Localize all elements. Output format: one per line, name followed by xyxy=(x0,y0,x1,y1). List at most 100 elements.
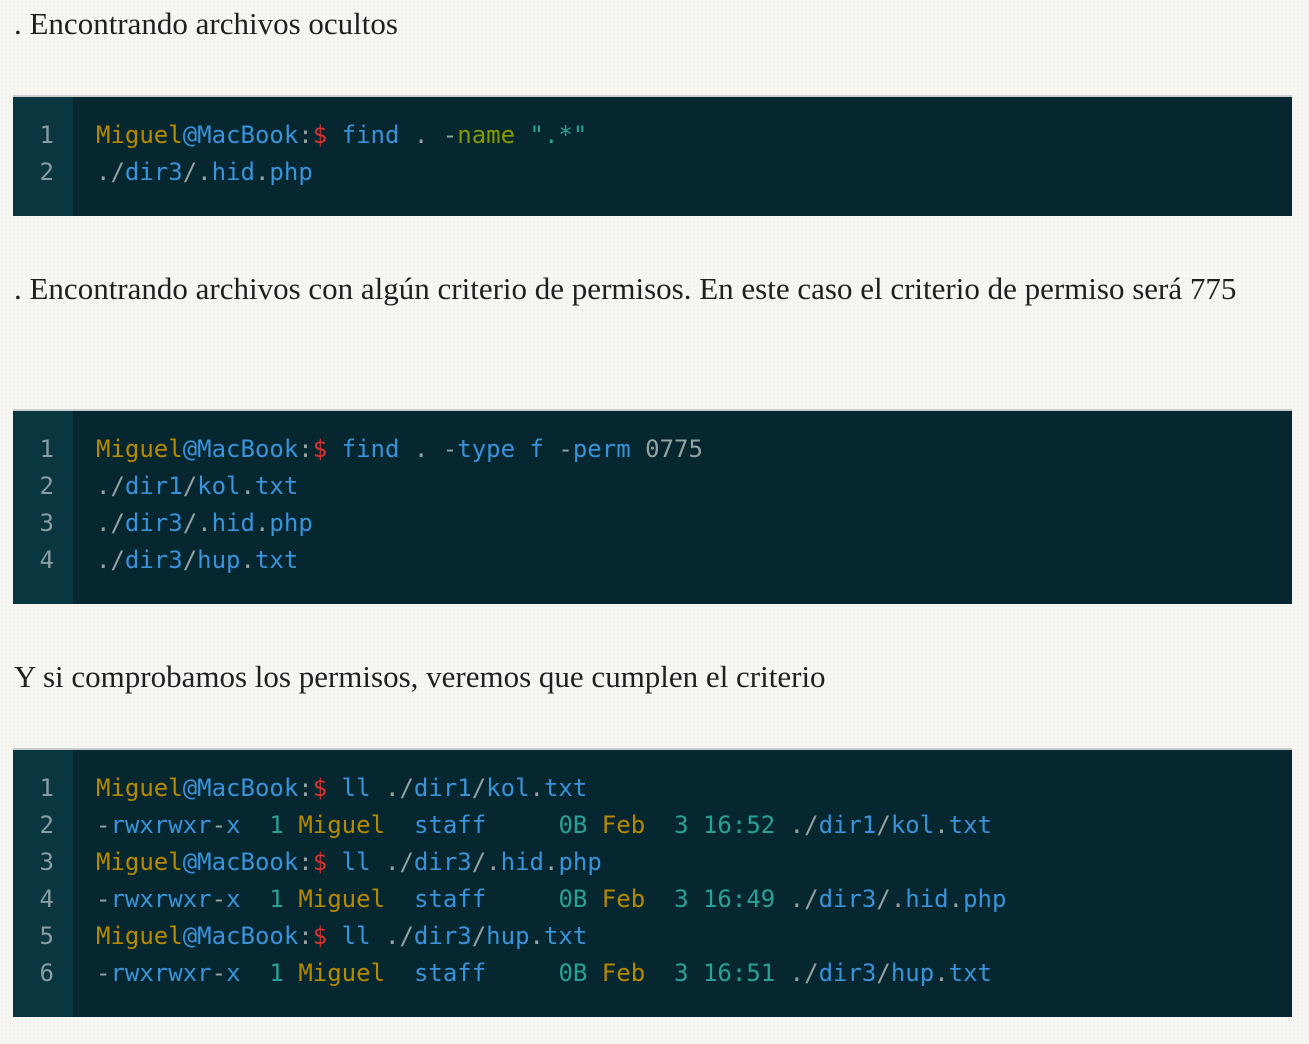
code-token: dir3 xyxy=(413,922,472,950)
code-token: dir1 xyxy=(413,774,472,802)
paragraph-hidden-files: . Encontrando archivos ocultos xyxy=(14,6,398,41)
code-token: ./ xyxy=(96,509,125,537)
code-token: : xyxy=(298,774,313,802)
code-token: dir3 xyxy=(818,885,877,913)
code-token: @MacBook xyxy=(182,435,299,463)
code-token: dir3 xyxy=(124,509,183,537)
line-number: 1 xyxy=(39,774,54,802)
code-token: Miguel xyxy=(298,811,386,839)
code-token: @MacBook xyxy=(182,848,299,876)
code-token: Miguel xyxy=(96,121,183,149)
code-line: ./dir3/.hid.php xyxy=(96,505,1292,542)
code-token: 16:51 xyxy=(702,959,776,987)
code-token: x xyxy=(226,811,241,839)
code-token: - xyxy=(96,959,111,987)
code-token: dir3 xyxy=(818,959,877,987)
code-block-find-perm: 1 2 3 4 Miguel@MacBook:$ find . -type f -pe… xyxy=(13,409,1292,604)
code-token: txt xyxy=(948,811,992,839)
code-token: staff xyxy=(413,811,487,839)
code-token: dir1 xyxy=(124,472,183,500)
code-token: dir3 xyxy=(124,546,183,574)
code-token: @MacBook xyxy=(182,922,299,950)
code-token: / xyxy=(876,811,891,839)
code-token: ./ xyxy=(96,546,125,574)
line-number: 4 xyxy=(39,885,54,913)
code-token: . xyxy=(934,959,949,987)
code-token: hid xyxy=(211,158,255,186)
code-token: rwxrwxr xyxy=(110,885,212,913)
code-token: : xyxy=(298,435,313,463)
code-token: : xyxy=(298,848,313,876)
code-token: 3 xyxy=(674,885,689,913)
paragraph-permissions-criteria: . Encontrando archivos con algún criteri… xyxy=(14,271,1237,306)
code-token: . xyxy=(240,472,255,500)
code-token: 3 xyxy=(674,959,689,987)
code-token: Feb xyxy=(601,885,646,913)
line-number-gutter: 1 2 3 4 5 6 xyxy=(13,750,73,1017)
code-token: : xyxy=(298,121,313,149)
line-number: 1 xyxy=(39,435,54,463)
code-token: kol xyxy=(197,472,241,500)
code-token: ./ xyxy=(370,922,414,950)
code-token: name xyxy=(457,121,516,149)
code-token: php xyxy=(269,509,313,537)
line-number: 3 xyxy=(39,848,54,876)
code-content: Miguel@MacBook:$ ll ./dir1/kol.txt -rwxrw… xyxy=(73,750,1292,1017)
code-token: 1 xyxy=(269,959,284,987)
code-token: x xyxy=(226,885,241,913)
code-token: ./ xyxy=(96,158,125,186)
code-line: -rwxrwxr-x 1 Miguel staff 0B Feb 3 16:52… xyxy=(96,807,1292,844)
code-token: . xyxy=(240,546,255,574)
code-token: hup xyxy=(486,922,530,950)
code-token: . xyxy=(529,774,544,802)
code-token: php xyxy=(269,158,313,186)
code-block-ll-listing: 123456 Miguel@MacBook:$ ll ./dir1/kol.tx… xyxy=(13,748,1292,1017)
code-token: 1 xyxy=(269,885,284,913)
code-token: txt xyxy=(254,472,299,500)
code-token: hid xyxy=(905,885,949,913)
code-token: . - xyxy=(399,121,458,149)
code-token: - xyxy=(211,885,227,913)
code-token: ./ xyxy=(775,811,819,839)
line-number: 3 xyxy=(39,509,54,537)
code-token: / xyxy=(876,959,891,987)
code-line: -rwxrwxr-x 1 Miguel staff 0B Feb 3 16:51… xyxy=(96,955,1292,992)
code-token: ll xyxy=(341,774,371,802)
code-line: Miguel@MacBook:$ ll ./dir3/.hid.php xyxy=(96,844,1292,881)
line-number: 2 xyxy=(39,811,54,839)
code-token: ll xyxy=(341,848,371,876)
code-token: : xyxy=(298,922,313,950)
code-token: Miguel xyxy=(298,959,386,987)
code-token: 16:49 xyxy=(702,885,776,913)
line-number: 4 xyxy=(39,546,54,574)
code-token: hup xyxy=(197,546,241,574)
code-content: Miguel@MacBook:$ find . -type f -perm 07… xyxy=(73,411,1292,604)
code-token: hup xyxy=(890,959,935,987)
code-token: Feb xyxy=(601,811,646,839)
code-token: $ xyxy=(312,848,328,876)
code-token: $ xyxy=(312,435,328,463)
code-line: Miguel@MacBook:$ ll ./dir3/hup.txt xyxy=(96,918,1292,955)
line-number: 6 xyxy=(39,959,54,987)
code-token: 0B xyxy=(558,959,588,987)
code-token: . xyxy=(948,885,964,913)
code-token: /. xyxy=(876,885,906,913)
line-number: 2 xyxy=(39,472,54,500)
line-number: 2 xyxy=(39,158,54,186)
code-token: ./ xyxy=(775,885,819,913)
code-token: Miguel xyxy=(96,848,183,876)
code-token: . xyxy=(934,811,949,839)
code-line: -rwxrwxr-x 1 Miguel staff 0B Feb 3 16:49… xyxy=(96,881,1292,918)
